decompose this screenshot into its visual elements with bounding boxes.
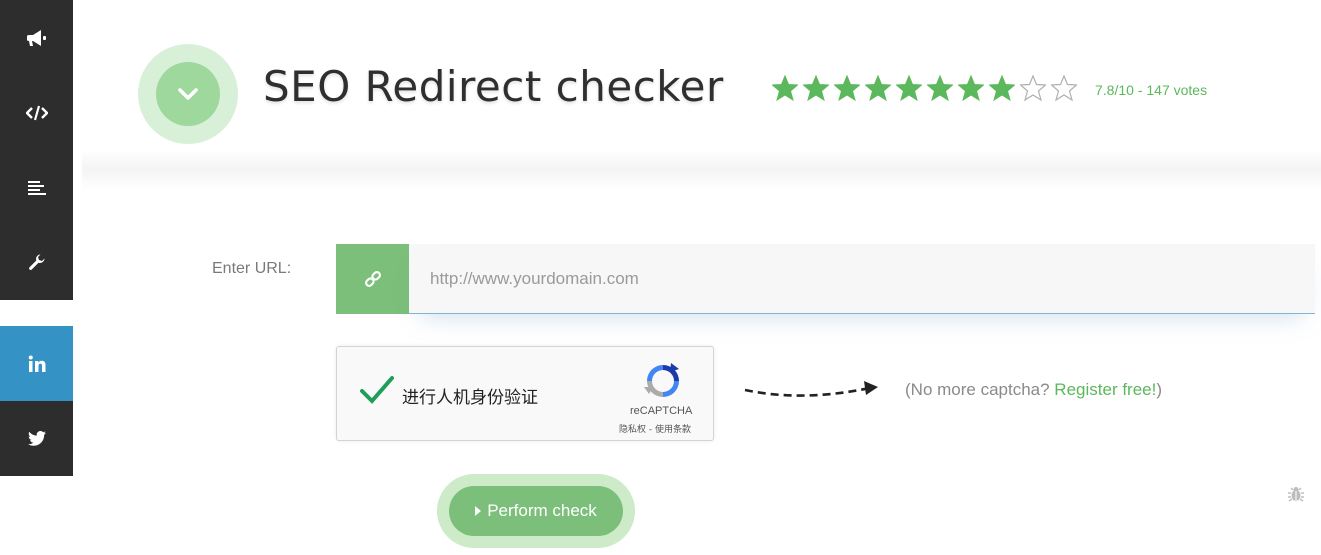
caret-right-icon [475,506,482,516]
page-title: SEO Redirect checker [263,62,724,111]
star-empty-icon[interactable] [1020,74,1046,102]
no-captcha-notice: (No more captcha? Register free!) [905,380,1162,400]
register-free-link[interactable]: Register free! [1054,380,1156,399]
link-icon [364,271,381,287]
star-filled-icon[interactable] [865,74,891,102]
star-empty-icon[interactable] [1051,74,1077,102]
perform-check-label: Perform check [487,501,597,520]
perform-check-wrapper: Perform check [437,474,635,548]
recaptcha-label: 进行人机身份验证 [402,388,538,408]
linkedin-icon [28,355,45,372]
dashed-arrow-icon [744,381,878,397]
star-filled-icon[interactable] [772,74,798,102]
star-filled-icon[interactable] [834,74,860,102]
sidebar-social-group [0,326,73,476]
star-filled-icon[interactable] [803,74,829,102]
rating-summary: 7.8/10 - 147 votes [1095,82,1208,98]
tool-logo-inner [156,62,220,126]
no-captcha-prefix: (No more captcha? [905,380,1055,399]
align-left-icon [27,180,46,195]
recaptcha-privacy-terms[interactable]: 隐私权 - 使用条款 [619,422,691,435]
header-divider-shadow [82,150,1321,190]
bug-report-icon[interactable] [1287,485,1305,503]
checkmark-icon [360,376,394,404]
star-filled-icon[interactable] [927,74,953,102]
recaptcha-brand: reCAPTCHA [630,405,693,417]
recaptcha-widget[interactable]: 进行人机身份验证 reCAPTCHA 隐私权 - 使用条款 [336,346,714,441]
url-input[interactable] [409,244,1315,314]
code-icon [25,105,48,120]
url-label: Enter URL: [212,260,292,277]
sidebar-item-announcements[interactable] [0,0,73,75]
sidebar-item-twitter[interactable] [0,401,73,476]
sidebar-top-group [0,0,73,300]
twitter-icon [27,431,46,446]
star-filled-icon[interactable] [896,74,922,102]
sidebar-item-articles[interactable] [0,150,73,225]
tool-logo [138,44,238,144]
star-filled-icon[interactable] [958,74,984,102]
chevron-down-icon [178,88,198,100]
sidebar-item-tools[interactable] [0,225,73,300]
megaphone-icon [26,29,46,46]
star-filled-icon[interactable] [989,74,1015,102]
url-link-button[interactable] [336,244,409,314]
sidebar-item-code[interactable] [0,75,73,150]
perform-check-button[interactable]: Perform check [449,486,623,536]
wrench-icon [28,254,44,270]
no-captcha-suffix: ) [1156,380,1163,399]
sidebar-item-linkedin[interactable] [0,326,73,401]
rating-stars[interactable] [772,74,1077,102]
recaptcha-logo-icon [644,363,679,397]
